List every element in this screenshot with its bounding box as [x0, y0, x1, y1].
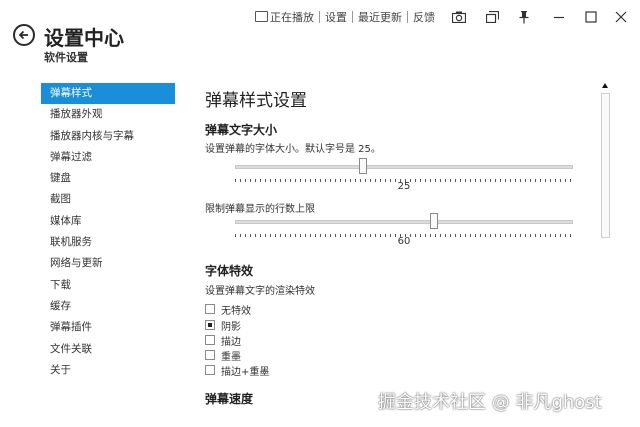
nav-divider — [319, 11, 320, 23]
top-navigation: 正在播放 设置 最近更新 反馈 — [252, 9, 438, 25]
sidebar-item-about[interactable]: 关于 — [41, 360, 175, 381]
pin-button[interactable] — [515, 8, 533, 26]
effect-option-stroke-heavy-ink[interactable]: 描边+重墨 — [205, 363, 269, 378]
sidebar-item-file-association[interactable]: 文件关联 — [41, 339, 175, 360]
effect-option-none[interactable]: 无特效 — [205, 302, 251, 317]
back-button[interactable] — [13, 24, 35, 46]
sidebar-item-player-core-subtitles[interactable]: 播放器内核与字幕 — [41, 126, 175, 147]
settings-link[interactable]: 设置 — [322, 9, 350, 25]
recent-updates-link[interactable]: 最近更新 — [355, 9, 405, 25]
sidebar-item-keyboard[interactable]: 键盘 — [41, 168, 175, 189]
screenshot-button[interactable] — [450, 8, 468, 26]
checkbox[interactable] — [205, 335, 215, 345]
settings-window: 正在播放 设置 最近更新 反馈 设置中心 软件设置 弹幕样式 播放器外观 播放器… — [0, 0, 640, 427]
minimize-icon — [554, 16, 564, 19]
sidebar-item-cache[interactable]: 缓存 — [41, 296, 175, 317]
settings-content: 弹幕样式设置 弹幕文字大小 设置弹幕的字体大小。默认字号是 25。 25 限制弹… — [205, 80, 600, 427]
nav-divider — [352, 11, 353, 23]
now-playing-link[interactable]: 正在播放 — [252, 9, 317, 25]
speed-heading: 弹幕速度 — [205, 392, 254, 406]
checkbox[interactable] — [205, 320, 215, 330]
font-size-heading: 弹幕文字大小 — [205, 123, 278, 137]
slider-thumb[interactable] — [430, 213, 439, 229]
maximize-button[interactable] — [582, 8, 600, 26]
checkbox[interactable] — [205, 350, 215, 360]
sidebar-item-danmaku-style[interactable]: 弹幕样式 — [41, 83, 175, 105]
effect-option-heavy-ink[interactable]: 重墨 — [205, 348, 241, 363]
sidebar-item-online-service[interactable]: 联机服务 — [41, 232, 175, 253]
mini-window-icon — [485, 11, 499, 23]
close-button[interactable] — [612, 8, 630, 26]
effect-option-stroke[interactable]: 描边 — [205, 333, 241, 348]
sidebar-item-download[interactable]: 下载 — [41, 275, 175, 296]
sidebar-item-danmaku-filter[interactable]: 弹幕过滤 — [41, 147, 175, 168]
minimize-button[interactable] — [550, 8, 568, 26]
slider-track — [235, 220, 573, 224]
sidebar-item-media-library[interactable]: 媒体库 — [41, 211, 175, 232]
font-effects-description: 设置弹幕文字的渲染特效 — [205, 286, 315, 297]
slider-track — [235, 165, 573, 169]
nav-divider — [407, 11, 408, 23]
arrow-left-icon — [18, 30, 28, 40]
effect-option-shadow[interactable]: 阴影 — [205, 318, 241, 333]
sidebar-item-player-appearance[interactable]: 播放器外观 — [41, 104, 175, 125]
scroll-thumb[interactable] — [601, 93, 610, 238]
watermark: 掘金技术社区 @ 非凡ghost — [378, 392, 602, 413]
line-limit-value: 60 — [397, 236, 411, 247]
checkbox[interactable] — [205, 304, 215, 314]
font-size-value: 25 — [397, 181, 411, 192]
page-subtitle: 软件设置 — [44, 51, 88, 64]
sidebar-item-screenshot[interactable]: 截图 — [41, 189, 175, 210]
section-title: 弹幕样式设置 — [205, 91, 307, 111]
sidebar-item-network-update[interactable]: 网络与更新 — [41, 253, 175, 274]
scroll-up-arrow-icon[interactable] — [602, 83, 608, 88]
close-icon — [615, 11, 627, 23]
camera-icon — [452, 11, 466, 23]
checkbox[interactable] — [205, 365, 215, 375]
sidebar-item-danmaku-plugins[interactable]: 弹幕插件 — [41, 317, 175, 338]
pin-icon — [519, 10, 529, 23]
font-effects-heading: 字体特效 — [205, 264, 254, 278]
settings-sidebar: 弹幕样式 播放器外观 播放器内核与字幕 弹幕过滤 键盘 截图 媒体库 联机服务 … — [41, 83, 175, 381]
feedback-link[interactable]: 反馈 — [410, 9, 438, 25]
now-playing-icon — [255, 11, 268, 22]
mini-mode-button[interactable] — [483, 8, 501, 26]
font-size-description: 设置弹幕的字体大小。默认字号是 25。 — [205, 144, 381, 155]
slider-thumb[interactable] — [359, 158, 368, 174]
page-title: 设置中心 — [44, 26, 124, 50]
maximize-icon — [585, 11, 597, 23]
content-scrollbar[interactable] — [600, 80, 613, 427]
